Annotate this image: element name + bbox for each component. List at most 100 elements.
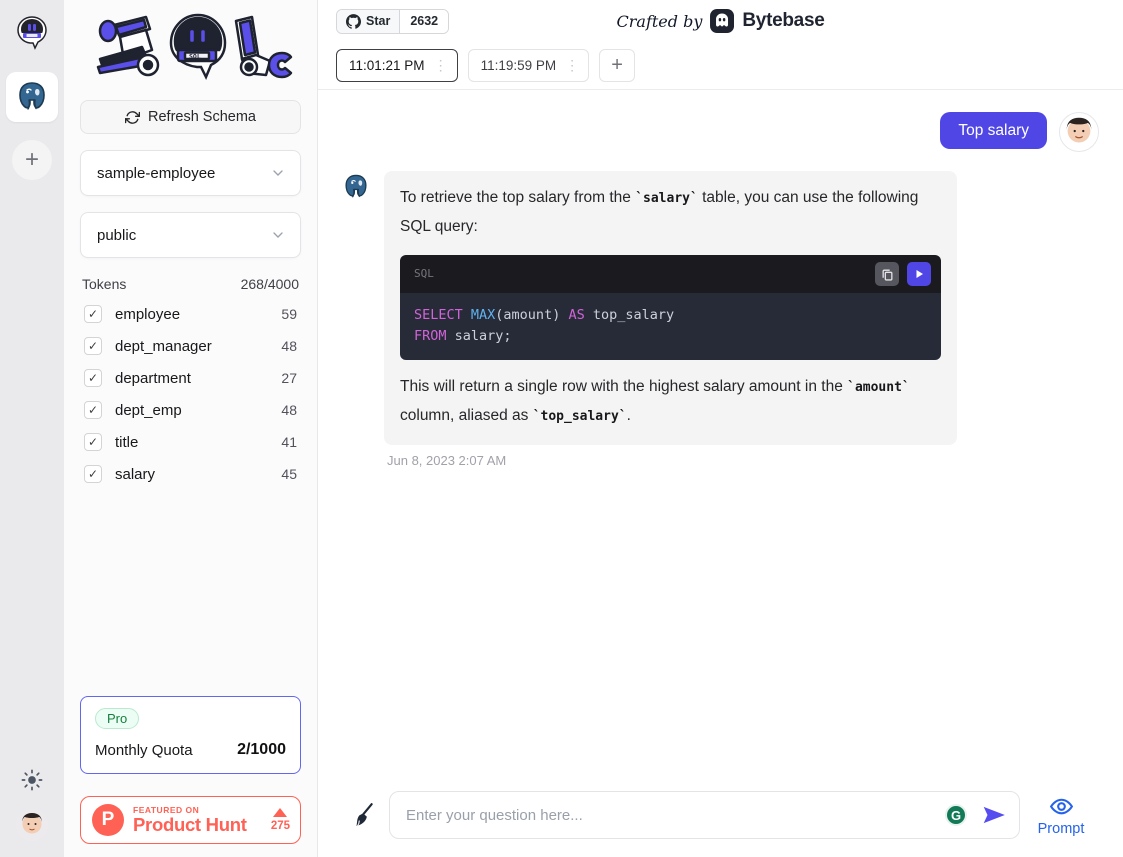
tab-conversation-1[interactable]: 11:01:21 PM ⋮: [336, 49, 458, 82]
sun-icon: [21, 769, 43, 791]
checkbox-title[interactable]: ✓: [84, 433, 102, 451]
composer: G Prompt: [342, 791, 1099, 839]
sql-keyword: AS: [568, 307, 584, 323]
sidebar-spacer: [80, 490, 301, 696]
user-message-row: Top salary: [342, 112, 1099, 152]
bot-message-bubble: To retrieve the top salary from the `sal…: [384, 171, 957, 445]
tokens-label: Tokens: [82, 276, 126, 292]
connection-item-postgres[interactable]: [6, 72, 58, 122]
crafted-by-brand[interactable]: Crafted by Bytebase: [617, 9, 825, 33]
bot-text: To retrieve the top salary from the: [400, 189, 635, 206]
main-panel: Star 2632 Crafted by Bytebase 11:01:21 P…: [318, 0, 1123, 857]
chevron-down-icon: [270, 227, 286, 243]
github-star-button[interactable]: Star 2632: [336, 9, 449, 34]
connection-select[interactable]: sample-employee: [80, 150, 301, 196]
table-row: ✓ salary 45: [80, 458, 301, 490]
add-connection-button[interactable]: +: [12, 140, 52, 180]
postgresql-icon: [15, 80, 49, 114]
sql-code-block: SQL: [400, 255, 941, 360]
table-row: ✓ department 27: [80, 362, 301, 394]
table-name: title: [115, 434, 138, 451]
bot-paragraph-1: To retrieve the top salary from the `sal…: [400, 184, 941, 241]
product-hunt-votes: 275: [271, 808, 290, 832]
grammarly-icon[interactable]: G: [945, 804, 967, 826]
broom-icon: [350, 802, 376, 828]
new-conversation-button[interactable]: +: [599, 49, 635, 82]
connection-select-value: sample-employee: [97, 165, 215, 182]
bot-text: .: [627, 407, 631, 424]
table-name: dept_emp: [115, 402, 182, 419]
upvote-icon: [273, 808, 287, 817]
theme-toggle-button[interactable]: [21, 769, 43, 791]
table-token-count: 41: [281, 434, 297, 450]
user-message-bubble: Top salary: [940, 112, 1047, 149]
message-timestamp: Jun 8, 2023 2:07 AM: [387, 453, 957, 468]
quota-label: Monthly Quota: [95, 742, 193, 759]
postgresql-icon: [342, 173, 370, 201]
quota-card: Pro Monthly Quota 2/1000: [80, 696, 301, 774]
upvote-count: 275: [271, 820, 290, 832]
code-block-header: SQL: [400, 255, 941, 293]
sqlchat-bot-icon[interactable]: [13, 14, 51, 56]
sidebar: SQL Refresh Schema sample-employee: [64, 0, 318, 857]
checkbox-dept-manager[interactable]: ✓: [84, 337, 102, 355]
table-row: ✓ employee 59: [80, 298, 301, 330]
table-token-count: 48: [281, 338, 297, 354]
product-hunt-icon: P: [92, 804, 124, 836]
code-line: FROM salary;: [414, 326, 927, 347]
product-hunt-featured-label: FEATURED ON: [133, 806, 247, 815]
bot-text: column, aliased as: [400, 407, 533, 424]
sql-function: MAX: [471, 307, 495, 323]
tokens-total: 268/4000: [241, 276, 299, 292]
clear-conversation-button[interactable]: [350, 802, 376, 828]
checkbox-department[interactable]: ✓: [84, 369, 102, 387]
table-token-count: 27: [281, 370, 297, 386]
user-avatar: [16, 809, 48, 841]
tab-label: 11:01:21 PM: [349, 58, 425, 73]
tab-menu-icon[interactable]: ⋮: [434, 57, 448, 74]
product-hunt-badge[interactable]: P FEATURED ON Product Hunt 275: [80, 796, 301, 844]
run-query-button[interactable]: [907, 262, 931, 286]
table-name: dept_manager: [115, 338, 212, 355]
tab-menu-icon[interactable]: ⋮: [565, 57, 579, 74]
sql-text: (amount): [495, 307, 568, 323]
checkbox-salary[interactable]: ✓: [84, 465, 102, 483]
copy-code-button[interactable]: [875, 262, 899, 286]
sql-text: top_salary: [585, 307, 674, 323]
prompt-button[interactable]: Prompt: [1033, 794, 1089, 837]
tab-conversation-2[interactable]: 11:19:59 PM ⋮: [468, 49, 590, 82]
star-label: Star: [366, 14, 390, 28]
sqlchat-app: +: [0, 0, 1123, 857]
tokens-header: Tokens 268/4000: [82, 276, 299, 292]
schema-select[interactable]: public: [80, 212, 301, 258]
table-token-count: 59: [281, 306, 297, 322]
inline-code-amount: `amount`: [847, 380, 910, 395]
table-row: ✓ dept_emp 48: [80, 394, 301, 426]
bot-message-row: To retrieve the top salary from the `sal…: [342, 171, 1099, 468]
prompt-label: Prompt: [1038, 821, 1085, 837]
pro-badge: Pro: [95, 708, 139, 729]
schema-select-value: public: [97, 227, 136, 244]
table-name: employee: [115, 306, 180, 323]
refresh-icon: [125, 110, 140, 125]
play-icon: [913, 268, 925, 280]
question-input[interactable]: [406, 807, 945, 824]
inline-code-top-salary: `top_salary`: [533, 409, 627, 424]
top-bar: Star 2632 Crafted by Bytebase: [318, 0, 1123, 42]
refresh-schema-button[interactable]: Refresh Schema: [80, 100, 301, 134]
send-button[interactable]: [981, 802, 1007, 828]
plus-icon: +: [611, 54, 623, 77]
bytebase-logo: [710, 9, 734, 33]
github-icon: [346, 14, 361, 29]
table-name: department: [115, 370, 191, 387]
refresh-schema-label: Refresh Schema: [148, 109, 256, 125]
star-count: 2632: [400, 10, 448, 33]
tab-label: 11:19:59 PM: [481, 58, 557, 73]
checkbox-employee[interactable]: ✓: [84, 305, 102, 323]
checkbox-dept-emp[interactable]: ✓: [84, 401, 102, 419]
question-input-wrap: G: [389, 791, 1020, 839]
table-token-count: 45: [281, 466, 297, 482]
tab-bar: 11:01:21 PM ⋮ 11:19:59 PM ⋮ +: [318, 42, 1123, 90]
sql-text: salary;: [447, 328, 512, 344]
account-avatar[interactable]: [16, 809, 48, 841]
